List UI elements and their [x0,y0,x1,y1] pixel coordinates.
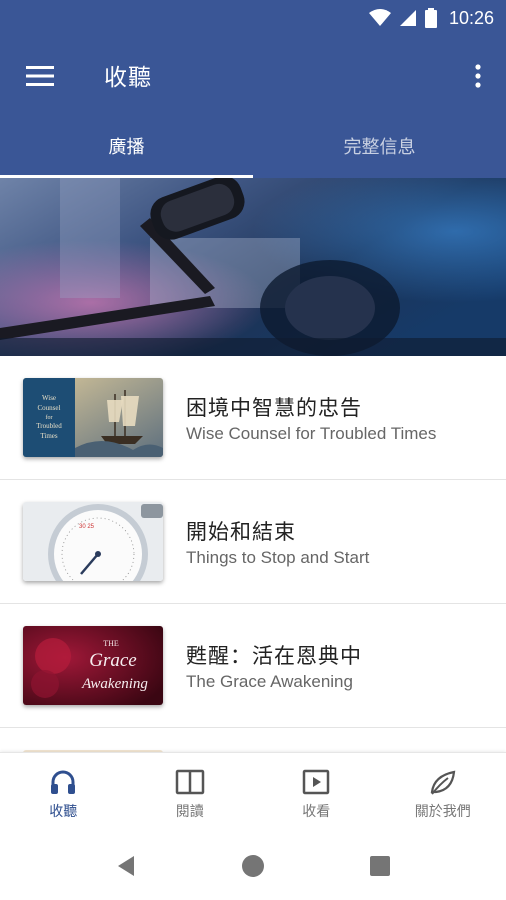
nav-listen[interactable]: 收聽 [0,753,127,830]
system-navigation-bar [0,830,506,900]
thumb-text: Times [40,432,58,440]
status-time: 10:26 [448,7,494,28]
bottom-navigation: 收聽 閱讀 收看 關於我們 [0,752,506,830]
more-vert-icon [475,64,481,88]
podcast-microphone-image [0,178,506,356]
program-subtitle: Things to Stop and Start [186,548,370,567]
thumb-text: Troubled [36,422,62,430]
status-icons: 10:26 [368,6,494,30]
play-video-icon [301,767,331,797]
recents-icon[interactable] [368,854,392,878]
program-subtitle: Wise Counsel for Troubled Times [186,424,437,443]
program-title: 開始和結束 [186,520,296,544]
overflow-menu-button[interactable] [464,56,492,96]
nav-label: 閱讀 [175,804,204,820]
thumb-text: for [46,414,53,421]
svg-text:30 25: 30 25 [79,524,95,530]
page-title: 收聽 [104,65,152,91]
book-icon [175,767,205,797]
thumb-text: Grace [89,650,136,671]
battery-icon [424,8,437,28]
program-thumbnail: THE Grace Awakening [23,626,163,705]
menu-button[interactable] [20,56,60,96]
nav-about[interactable]: 關於我們 [380,753,506,830]
home-icon[interactable] [241,854,265,878]
nav-label: 收看 [302,804,331,820]
tab-bar: 廣播 完整信息 [0,114,506,178]
cell-signal-icon [399,10,416,26]
headphones-icon [48,767,78,797]
thumb-text: Counsel [38,404,61,412]
thumb-text: Wise [42,394,56,402]
program-thumbnail: 30 25 [23,502,163,581]
tab-full-messages[interactable]: 完整信息 [253,114,506,178]
nav-read[interactable]: 閱讀 [127,753,254,830]
program-subtitle: The Grace Awakening [186,672,353,691]
program-title: 困境中智慧的忠告 [186,396,362,420]
nav-watch[interactable]: 收看 [253,753,380,830]
thumb-text: Awakening [81,676,148,692]
back-icon[interactable] [114,854,138,878]
wifi-icon [368,9,391,26]
app-bar: 收聽 [0,36,506,114]
hero-banner [0,178,506,356]
nav-label: 收聽 [49,804,78,820]
program-title: 甦醒：活在恩典中 [186,644,362,668]
list-item[interactable]: Wise Counsel for Troubled Times 困境中智慧的忠告… [0,356,506,480]
tab-broadcast[interactable]: 廣播 [0,114,253,178]
program-list: Wise Counsel for Troubled Times 困境中智慧的忠告… [0,356,506,758]
nav-label: 關於我們 [414,804,471,820]
list-item[interactable]: THE Grace Awakening 甦醒：活在恩典中 The Grace A… [0,604,506,728]
thumb-text: THE [103,639,119,648]
leaf-icon [428,767,458,797]
list-item[interactable]: 30 25 開始和結束 Things to Stop and Start [0,480,506,604]
hamburger-menu-icon [26,66,54,86]
status-bar: 10:26 [0,0,506,36]
program-thumbnail: Wise Counsel for Troubled Times [23,378,163,457]
